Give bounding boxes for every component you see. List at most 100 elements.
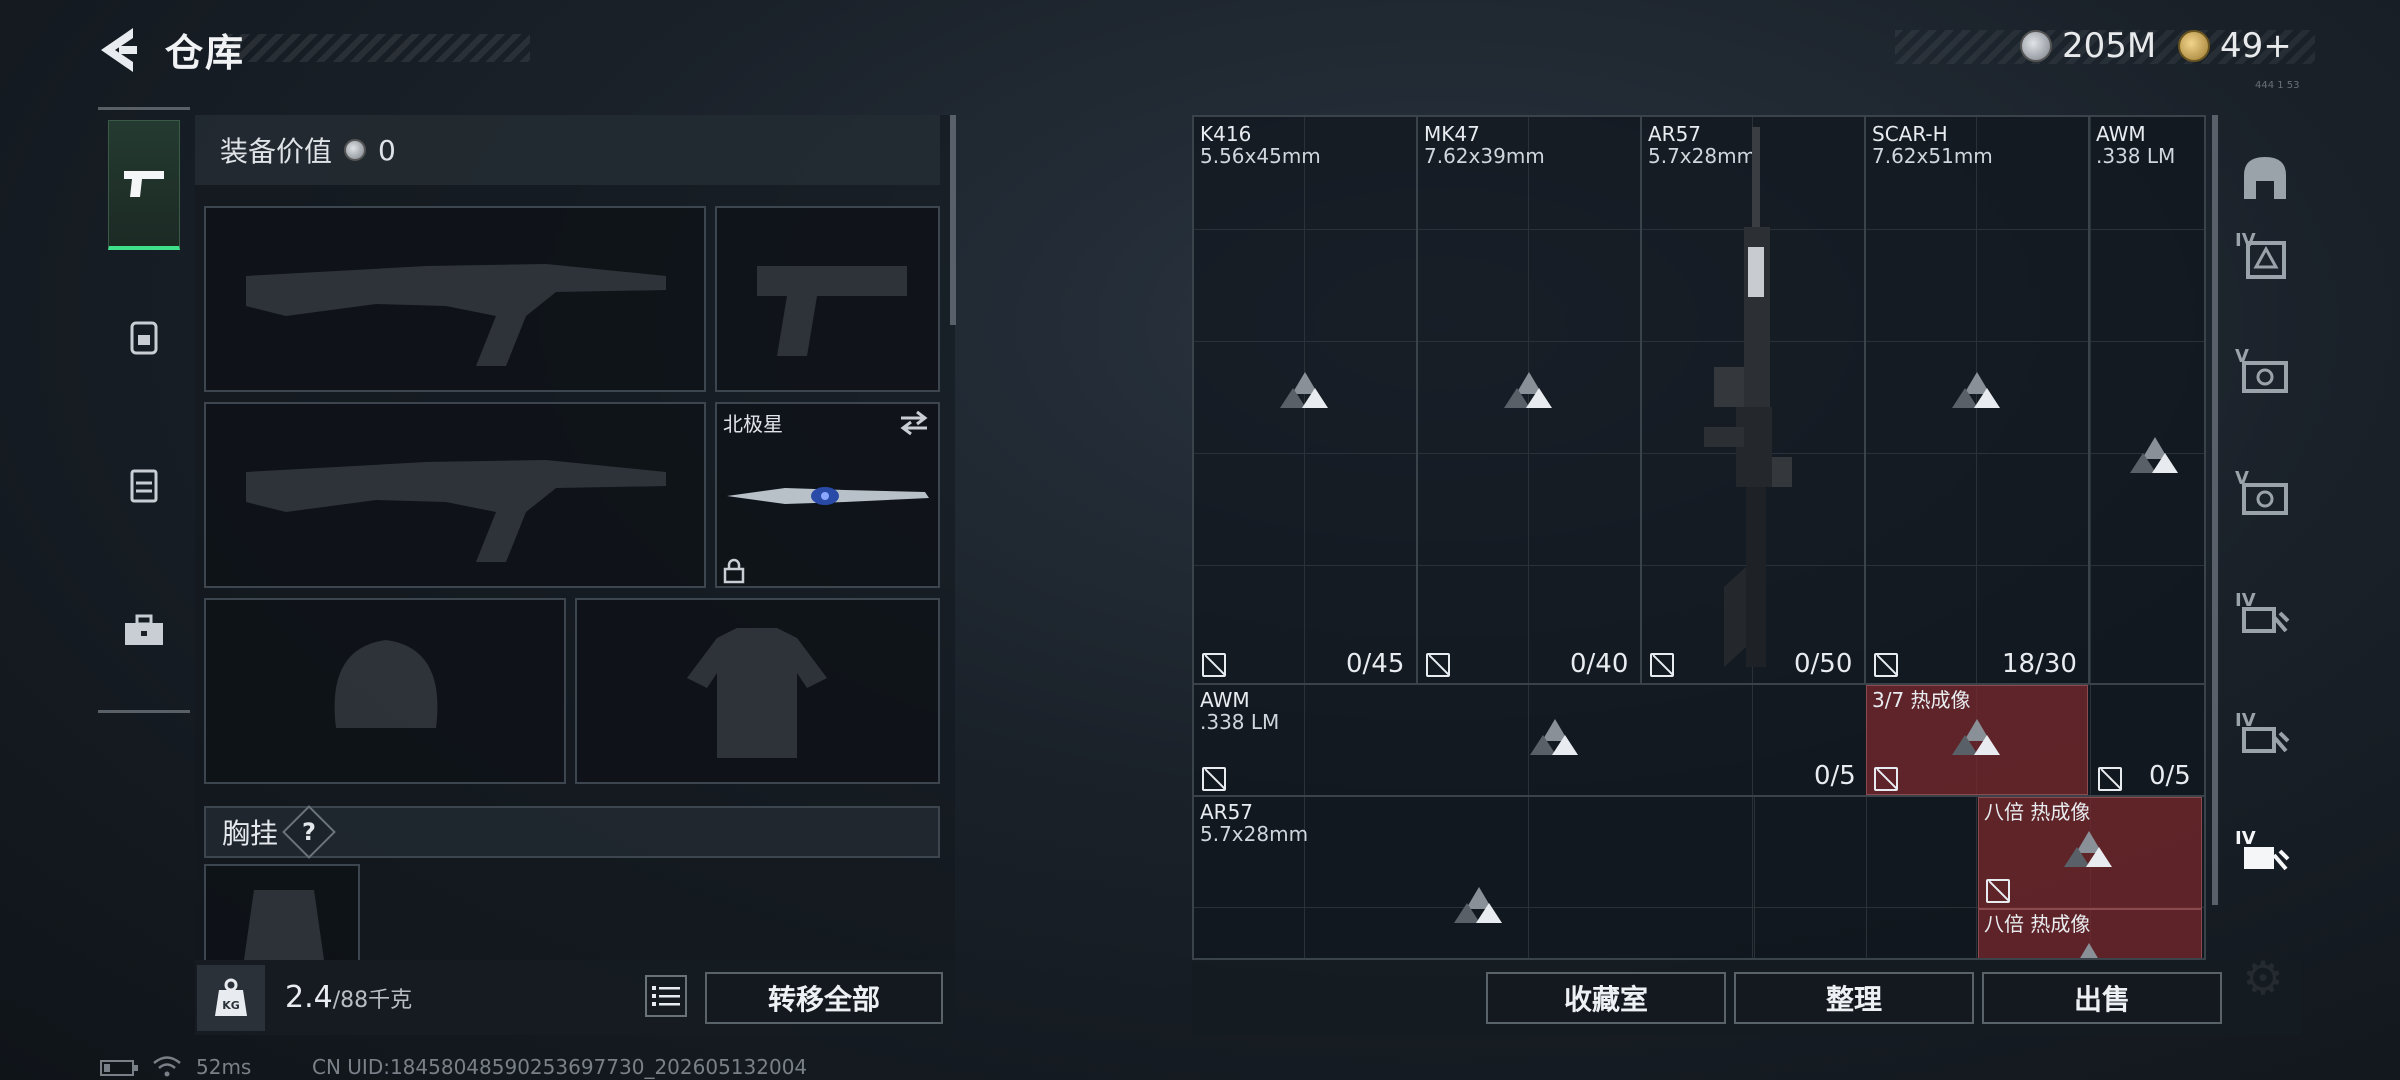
toolbox-icon <box>125 614 163 645</box>
title-stripe <box>225 34 530 62</box>
gold-coin-icon <box>2178 30 2210 62</box>
knife-icon <box>727 487 929 505</box>
weight-icon: KG <box>215 978 247 1016</box>
stash-scrollbar[interactable] <box>2212 115 2218 905</box>
melee-slot[interactable]: 北极星 <box>715 402 940 588</box>
ammo-count: 0/5 <box>1814 761 1856 791</box>
equipment-value: 0 <box>378 133 396 167</box>
help-icon-glyph: ? <box>302 817 316 846</box>
melee-name: 北极星 <box>723 412 783 436</box>
weight-button[interactable]: KG <box>197 965 265 1031</box>
helmet-icon <box>2244 157 2286 199</box>
weight-readout: 2.4/88千克 <box>285 980 412 1015</box>
page-title: 仓库 <box>165 31 246 75</box>
mark-icon[interactable] <box>1202 767 1226 791</box>
helmet-slot[interactable] <box>204 598 566 784</box>
wifi-icon <box>153 1056 181 1077</box>
category-toolbox[interactable] <box>108 565 180 695</box>
uid-readout: CN UID:18458048590253697730_202605132004 <box>312 1055 808 1079</box>
item-caliber: 5.7x28mm <box>1200 822 1309 846</box>
stash-grid: K416 5.56x45mm MK47 7.62x39mm AR57 5.7x2… <box>1192 115 2206 960</box>
mark-icon[interactable] <box>1874 653 1898 677</box>
primary-weapon-slot-1[interactable] <box>204 206 706 392</box>
rail-tier-weapon-1[interactable]: IV <box>2235 588 2295 648</box>
rail-helmet[interactable] <box>2235 148 2295 208</box>
help-icon[interactable]: ? <box>282 805 336 859</box>
rail-tier-case-2[interactable]: V <box>2235 466 2295 526</box>
item-caliber: .338 LM <box>2096 144 2176 168</box>
scope-name: 八倍 热成像 <box>1984 800 2091 824</box>
item-name: K416 <box>1200 122 1252 146</box>
item-rarity-icon <box>1952 719 2002 759</box>
gold-currency-value: 49+ <box>2220 26 2292 66</box>
max-weight: /88千克 <box>332 988 413 1013</box>
item-caliber: .338 LM <box>1200 710 1280 734</box>
tier-label: IV <box>2235 230 2256 251</box>
item-rarity-icon <box>2130 437 2180 477</box>
chest-rig-silhouette-icon <box>244 890 324 960</box>
pistol-silhouette-icon <box>757 266 907 356</box>
mark-icon[interactable] <box>1986 879 2010 903</box>
rail-tier-weapon-3-active[interactable]: IV <box>2235 826 2295 886</box>
vest-icon <box>130 469 158 503</box>
tier-label: IV <box>2235 828 2256 849</box>
mark-icon[interactable] <box>1650 653 1674 677</box>
item-name: AR57 <box>1200 800 1254 824</box>
list-view-button[interactable] <box>645 975 687 1017</box>
back-button[interactable] <box>95 22 145 78</box>
category-backpack[interactable] <box>108 272 180 402</box>
battery-icon <box>100 1060 138 1076</box>
equipment-value-bar: 装备价值 0 <box>195 115 940 185</box>
ammo-count: 0/40 <box>1570 649 1629 679</box>
rifle-silhouette-icon <box>246 460 666 562</box>
rail-tier-case-1[interactable]: V <box>2235 344 2295 404</box>
back-arrow-icon <box>101 28 137 72</box>
rail-tier-weapon-2[interactable]: IV <box>2235 708 2295 768</box>
item-rarity-icon <box>1454 887 1504 927</box>
item-caliber: 7.62x51mm <box>1872 144 1993 168</box>
sidearm-slot[interactable] <box>715 206 940 392</box>
rifle-item-image[interactable] <box>1684 127 1834 687</box>
body-armor-slot[interactable] <box>575 598 940 784</box>
armor-silhouette-icon <box>687 628 827 758</box>
tier-label: V <box>2235 346 2249 367</box>
item-rarity-icon <box>2064 943 2114 958</box>
silver-currency: 205M <box>2020 24 2156 68</box>
gold-currency: 49+ <box>2178 24 2292 68</box>
ammo-count: 18/30 <box>2002 649 2077 679</box>
primary-weapon-slot-2[interactable] <box>204 402 706 588</box>
item-caliber: 5.56x45mm <box>1200 144 1321 168</box>
tier-label: IV <box>2235 590 2256 611</box>
backpack-icon <box>130 321 158 355</box>
chest-rig-bar: 胸挂 ? <box>204 805 940 859</box>
swap-icon[interactable] <box>899 410 929 436</box>
item-name: AWM <box>1200 688 1250 712</box>
loadout-scrollbar[interactable] <box>950 115 956 325</box>
silver-coin-icon <box>344 139 367 161</box>
lock-icon <box>723 558 745 584</box>
current-weight: 2.4 <box>285 980 333 1015</box>
collection-room-button[interactable]: 收藏室 <box>1486 972 1726 1024</box>
item-rarity-icon <box>1530 719 1580 759</box>
silver-currency-value: 205M <box>2062 26 2157 66</box>
item-rarity-icon <box>1504 372 1554 412</box>
list-icon <box>652 986 680 1006</box>
tier-label: V <box>2235 468 2249 489</box>
mark-icon[interactable] <box>1202 653 1226 677</box>
mark-icon[interactable] <box>1426 653 1450 677</box>
scope-name: 八倍 热成像 <box>1984 912 2091 936</box>
mark-icon[interactable] <box>2098 767 2122 791</box>
helmet-silhouette-icon <box>334 640 438 728</box>
sell-button[interactable]: 出售 <box>1982 972 2222 1024</box>
transfer-all-button[interactable]: 转移全部 <box>705 972 943 1024</box>
chest-rig-slot[interactable] <box>204 864 360 960</box>
ping-readout: 52ms <box>196 1055 252 1079</box>
item-rarity-icon <box>2064 831 2114 871</box>
rail-tier-armor[interactable]: IV <box>2235 228 2295 288</box>
category-vest[interactable] <box>108 420 180 550</box>
rail-bottom-divider <box>98 710 190 713</box>
sort-button[interactable]: 整理 <box>1734 972 1974 1024</box>
category-weapons[interactable] <box>108 120 180 250</box>
chest-rig-label: 胸挂 <box>222 817 279 850</box>
mark-icon[interactable] <box>1874 767 1898 791</box>
